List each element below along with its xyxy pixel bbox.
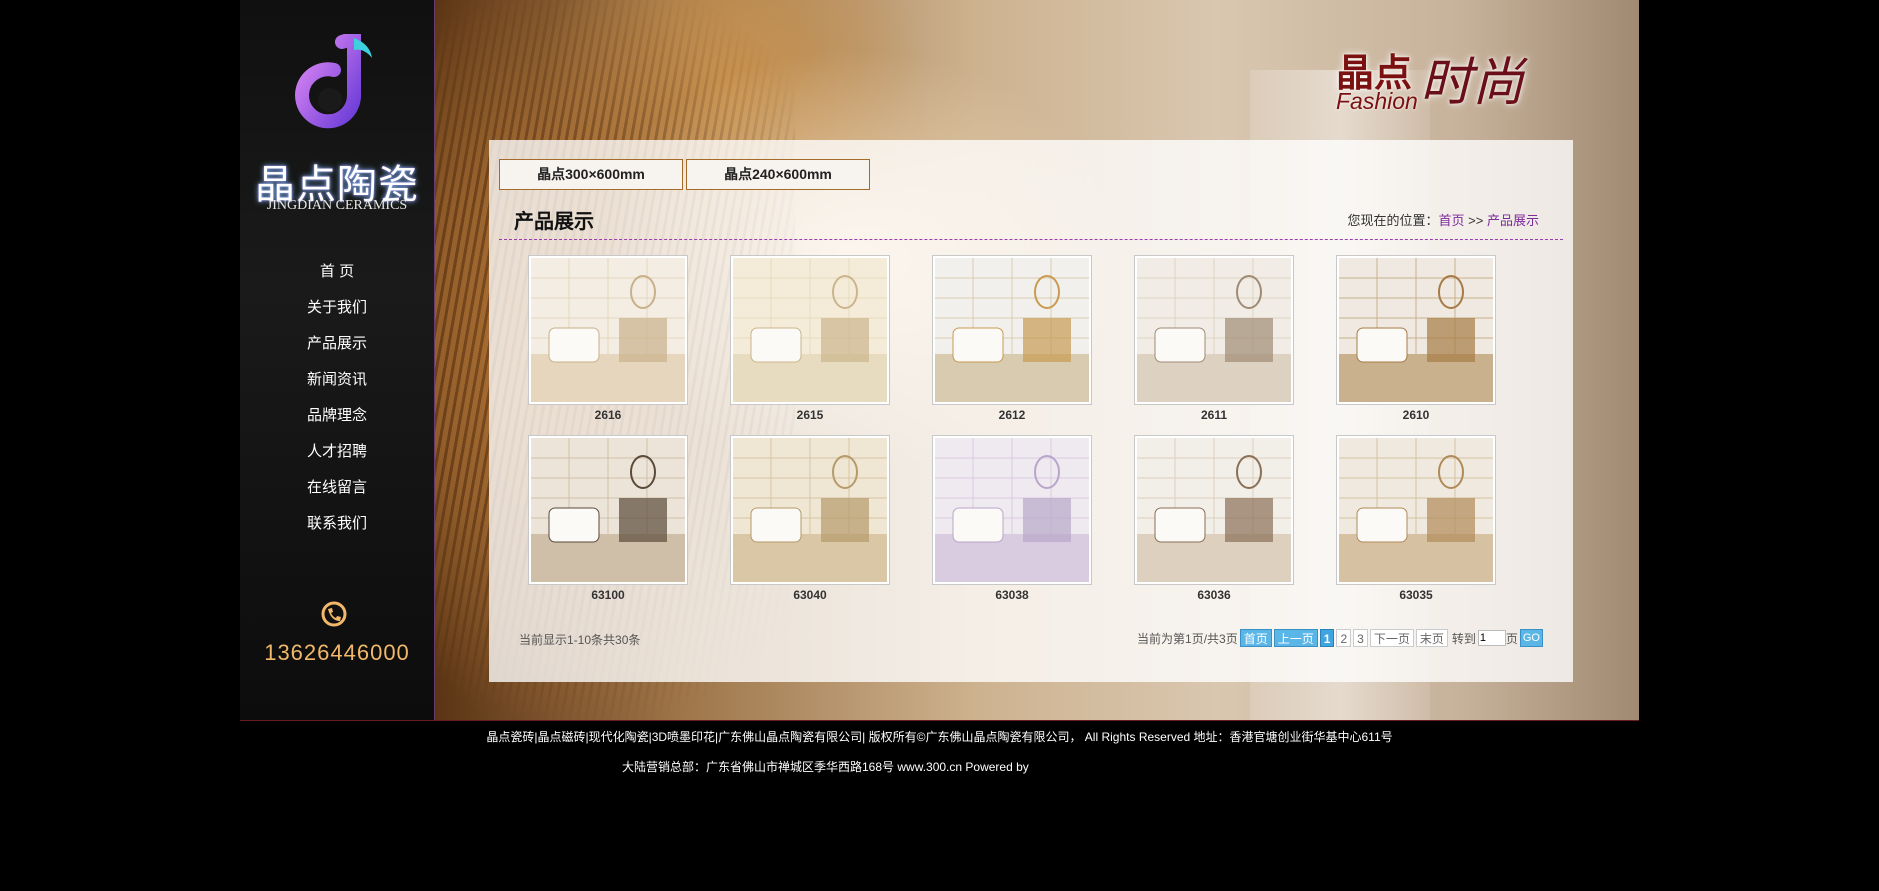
product-thumbnail[interactable] xyxy=(932,255,1092,405)
product-thumbnail[interactable] xyxy=(528,255,688,405)
product-card[interactable]: 63035 xyxy=(1336,435,1496,610)
pager-first[interactable]: 首页 xyxy=(1239,629,1272,647)
product-code[interactable]: 2610 xyxy=(1337,408,1495,422)
pager-status: 当前为第1页/共3页 xyxy=(1137,631,1238,646)
product-thumbnail[interactable] xyxy=(730,435,890,585)
product-thumbnail[interactable] xyxy=(528,435,688,585)
product-code[interactable]: 2615 xyxy=(731,408,889,422)
content-panel: 晶点300×600mm 晶点240×600mm 产品展示 您现在的位置：首页 >… xyxy=(489,140,1573,682)
product-card[interactable]: 2612 xyxy=(932,255,1092,430)
breadcrumb-sep: >> xyxy=(1464,213,1487,228)
phone-icon xyxy=(321,601,347,627)
pager-next[interactable]: 下一页 xyxy=(1369,629,1414,647)
nav-about[interactable]: 关于我们 xyxy=(240,294,434,330)
product-card[interactable]: 2616 xyxy=(528,255,688,430)
product-code[interactable]: 63040 xyxy=(731,588,889,602)
pager-go-button[interactable]: GO xyxy=(1519,629,1543,647)
product-thumbnail[interactable] xyxy=(932,435,1092,585)
pager-last[interactable]: 末页 xyxy=(1415,629,1448,647)
breadcrumb-current: 产品展示 xyxy=(1486,213,1539,228)
main-nav: 首 页 关于我们 产品展示 新闻资讯 品牌理念 人才招聘 在线留言 联系我们 xyxy=(240,258,434,546)
breadcrumb-home[interactable]: 首页 xyxy=(1439,213,1465,228)
product-card[interactable]: 63038 xyxy=(932,435,1092,610)
pager-page-3[interactable]: 3 xyxy=(1353,629,1368,647)
product-thumbnail[interactable] xyxy=(730,255,890,405)
brand-logo: 晶点 Fashion 时尚 xyxy=(1330,38,1560,128)
pagination: 当前为第1页/共3页首页上一页123下一页末页转到 页GO xyxy=(1137,629,1543,649)
nav-jobs[interactable]: 人才招聘 xyxy=(240,438,434,474)
nav-news[interactable]: 新闻资讯 xyxy=(240,366,434,402)
pager-page-unit: 页 xyxy=(1505,631,1518,646)
nav-brand[interactable]: 品牌理念 xyxy=(240,402,434,438)
breadcrumb: 您现在的位置：首页 >> 产品展示 xyxy=(1348,210,1539,229)
product-thumbnail[interactable] xyxy=(1134,255,1294,405)
pager-goto-label: 转到 xyxy=(1451,631,1476,646)
breadcrumb-prefix: 您现在的位置： xyxy=(1347,213,1439,228)
product-card[interactable]: 63036 xyxy=(1134,435,1294,610)
pager-goto-input[interactable] xyxy=(1477,630,1506,646)
product-code[interactable]: 63100 xyxy=(529,588,687,602)
nav-home[interactable]: 首 页 xyxy=(240,258,434,294)
product-code[interactable]: 63035 xyxy=(1337,588,1495,602)
product-card[interactable]: 63100 xyxy=(528,435,688,610)
list-info: 当前显示1-10条共30条 xyxy=(519,633,641,647)
product-code[interactable]: 63036 xyxy=(1135,588,1293,602)
product-code[interactable]: 2611 xyxy=(1135,408,1293,422)
title-divider xyxy=(499,239,1563,240)
logo-text-en: JINGDIAN CERAMICS xyxy=(266,198,408,213)
product-thumbnail[interactable] xyxy=(1336,435,1496,585)
product-card[interactable]: 63040 xyxy=(730,435,890,610)
logo-icon[interactable] xyxy=(294,34,382,140)
bottom-divider xyxy=(240,720,1639,721)
product-code[interactable]: 2616 xyxy=(529,408,687,422)
brand-script: 时尚 xyxy=(1420,53,1525,113)
product-card[interactable]: 2615 xyxy=(730,255,890,430)
product-card[interactable]: 2611 xyxy=(1134,255,1294,430)
page-title: 产品展示 xyxy=(514,211,594,233)
nav-message[interactable]: 在线留言 xyxy=(240,474,434,510)
product-thumbnail[interactable] xyxy=(1134,435,1294,585)
product-code[interactable]: 63038 xyxy=(933,588,1091,602)
phone-number: 13626446000 xyxy=(264,640,410,665)
footer-line-1: 晶点瓷砖|晶点磁砖|现代化陶瓷|3D喷墨印花|广东佛山晶点陶瓷有限公司| 版权所… xyxy=(486,730,1393,744)
product-code[interactable]: 2612 xyxy=(933,408,1091,422)
tab-240x600[interactable]: 晶点240×600mm xyxy=(686,159,870,190)
nav-products[interactable]: 产品展示 xyxy=(240,330,434,366)
product-thumbnail[interactable] xyxy=(1336,255,1496,405)
product-card[interactable]: 2610 xyxy=(1336,255,1496,430)
nav-contact[interactable]: 联系我们 xyxy=(240,510,434,546)
brand-en: Fashion xyxy=(1336,88,1418,114)
sidebar: 晶点陶瓷 JINGDIAN CERAMICS 首 页 关于我们 产品展示 新闻资… xyxy=(240,0,436,721)
pager-prev[interactable]: 上一页 xyxy=(1273,629,1318,647)
tab-300x600[interactable]: 晶点300×600mm xyxy=(499,159,683,190)
pager-page-1[interactable]: 1 xyxy=(1319,629,1335,647)
footer-line-2: 大陆营销总部：广东省佛山市禅城区季华西路168号 www.300.cn Powe… xyxy=(622,760,1029,774)
pager-page-2[interactable]: 2 xyxy=(1336,629,1352,647)
